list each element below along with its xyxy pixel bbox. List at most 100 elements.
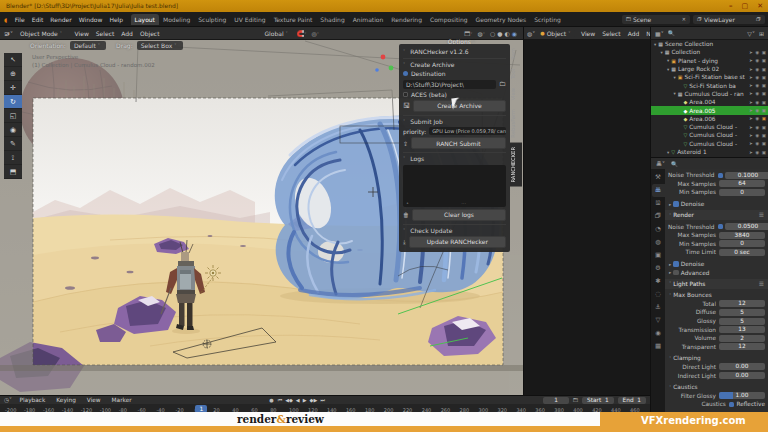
selectable-icon[interactable]: ➤ xyxy=(749,50,753,55)
selectable-icon[interactable]: ➤ xyxy=(749,125,753,130)
outliner-display-mode-icon[interactable]: ▦˅ xyxy=(655,30,664,37)
outliner-row-cumulus-cloud-ran[interactable]: ▾▦Cumulus Cloud - ran➤◉▣ xyxy=(651,90,768,98)
node-menu-add[interactable]: Add xyxy=(624,30,643,37)
prop-value[interactable]: 0.00 xyxy=(719,372,765,379)
prop-value[interactable]: 12 xyxy=(719,343,765,350)
viewport-menu-add[interactable]: Add xyxy=(118,30,137,37)
prop-denoise[interactable]: ▸Denoise xyxy=(665,260,768,269)
tool-cursor[interactable]: ⊕ xyxy=(4,67,22,81)
properties-tab-material[interactable]: ◉ xyxy=(652,327,665,340)
hide-icon[interactable]: ◉ xyxy=(755,100,759,105)
prop-max-bounces[interactable]: ˅Max Bounces xyxy=(665,291,768,300)
expand-caret[interactable] xyxy=(680,83,681,88)
expand-caret[interactable] xyxy=(680,141,681,146)
timeline-menu-keying[interactable]: Keying xyxy=(53,397,79,403)
node-editor-canvas[interactable] xyxy=(523,40,650,395)
panel-render[interactable]: ˅Render☰ xyxy=(665,210,768,220)
outliner-new-collection-icon[interactable]: ⊞ xyxy=(759,30,764,37)
selectable-icon[interactable]: ➤ xyxy=(749,75,753,80)
selectable-icon[interactable]: ➤ xyxy=(749,108,753,113)
panel-presets-icon[interactable]: ☰ xyxy=(759,281,764,287)
workspace-tab-geometry-nodes[interactable]: Geometry Nodes xyxy=(472,14,531,25)
outliner-row-cumulus-cloud-[interactable]: ▽Cumulus Cloud -➤◉▣ xyxy=(651,140,768,148)
render-visibility-icon[interactable]: ▣ xyxy=(762,91,766,96)
prop-total[interactable]: Total12 xyxy=(665,300,768,309)
workspace-tab-texture-paint[interactable]: Texture Paint xyxy=(270,14,317,25)
expand-caret[interactable]: ▾ xyxy=(667,67,669,72)
aces-checkbox[interactable] xyxy=(403,92,408,97)
viewport-menu-object[interactable]: Object xyxy=(136,30,163,37)
sidebar-tab-view[interactable]: View xyxy=(510,84,522,104)
selectable-icon[interactable]: ➤ xyxy=(749,150,753,155)
workspace-tab-modeling[interactable]: Modeling xyxy=(159,14,194,25)
submit-job-section[interactable]: Submit Job xyxy=(410,118,442,125)
menu-help[interactable]: Help xyxy=(106,16,127,23)
prop-direct-light[interactable]: Direct Light0.00 xyxy=(665,363,768,372)
expand-caret[interactable]: ▾ xyxy=(667,150,669,155)
properties-search-icon[interactable]: 🔍 xyxy=(671,161,678,167)
properties-tab-object-data[interactable]: ▽ xyxy=(652,314,665,327)
hide-icon[interactable]: ◉ xyxy=(755,133,759,138)
hide-icon[interactable]: ◉ xyxy=(755,75,759,80)
preview-range-icon[interactable]: 🗔 xyxy=(573,397,578,403)
workspace-tab-sculpting[interactable]: Sculpting xyxy=(194,14,230,25)
outliner-row-sci-fi-station-base-st[interactable]: ▾▣Sci-Fi Station base st➤◉▣ xyxy=(651,73,768,81)
properties-tab-output[interactable]: 🖻 xyxy=(652,197,665,210)
prop-glossy[interactable]: Glossy5 xyxy=(665,317,768,326)
outliner-row-area-005[interactable]: ◆Area.005➤◉▣ xyxy=(651,106,768,114)
workspace-tab-shading[interactable]: Shading xyxy=(316,14,348,25)
prop-value[interactable]: 3840 xyxy=(719,232,765,239)
properties-tab-texture[interactable]: ▦ xyxy=(652,340,665,353)
menu-render[interactable]: Render xyxy=(47,16,75,23)
workspace-tab-layout[interactable]: Layout xyxy=(131,14,159,25)
outliner-row-sci-fi-station-ba[interactable]: ▽Sci-Fi Station ba➤◉▣ xyxy=(651,81,768,89)
snap-icon[interactable]: 🧲˅ xyxy=(297,30,309,37)
expand-caret[interactable] xyxy=(680,116,681,121)
proportional-edit-icon[interactable]: ◎˅ xyxy=(312,30,322,37)
logs-section[interactable]: Logs xyxy=(410,155,424,162)
create-archive-section[interactable]: Create Archive xyxy=(410,61,454,68)
node-editor-mode[interactable]: ●Object˅ xyxy=(537,30,575,37)
prop-time-limit[interactable]: Time Limit0 sec xyxy=(665,248,768,257)
sidebar-tab-rebusfarm[interactable]: RebusFarm xyxy=(510,105,522,142)
render-visibility-icon[interactable]: ▣ xyxy=(762,58,766,63)
render-visibility-icon[interactable]: ▣ xyxy=(762,50,766,55)
next-keyframe-button[interactable]: ◆▶ xyxy=(310,397,318,403)
advanced-checkbox[interactable] xyxy=(673,270,679,276)
tool-move[interactable]: ✛ xyxy=(4,81,22,95)
clear-logs-button[interactable]: Clear logs xyxy=(412,209,506,221)
timeline-menu-view[interactable]: View xyxy=(83,397,104,403)
outliner-row-area-004[interactable]: ◆Area.004➤◉▣ xyxy=(651,98,768,106)
denoise-checkbox[interactable] xyxy=(673,201,679,207)
prop-value[interactable]: 1.00 xyxy=(719,392,765,399)
node-menu-node[interactable]: Node xyxy=(643,30,650,37)
render-visibility-icon[interactable]: ▣ xyxy=(762,100,766,105)
rendered-shading-icon[interactable]: ◉ xyxy=(512,30,517,37)
prop-caustics[interactable]: CausticsReflective xyxy=(665,400,768,409)
frame-start-field[interactable]: Start 1 xyxy=(582,397,614,404)
outliner-row-large-rock-02[interactable]: ▾▦Large Rock 02➤◉▣ xyxy=(651,65,768,73)
expand-caret[interactable]: ▾ xyxy=(667,58,669,63)
prop-checkbox[interactable] xyxy=(718,224,724,230)
properties-tab-world[interactable]: ◍ xyxy=(652,236,665,249)
prop-value[interactable]: 5 xyxy=(719,309,765,316)
hide-icon[interactable]: ◉ xyxy=(755,108,759,113)
tool-select-box[interactable]: ⭦ xyxy=(4,53,22,67)
node-menu-view[interactable]: View xyxy=(577,30,598,37)
expand-caret[interactable] xyxy=(680,100,681,105)
hide-icon[interactable]: ◉ xyxy=(755,91,759,96)
expand-caret[interactable]: ▾ xyxy=(674,75,676,80)
menu-file[interactable]: File xyxy=(11,16,28,23)
menu-edit[interactable]: Edit xyxy=(28,16,47,23)
tool-measure[interactable]: ⟟ xyxy=(4,151,22,165)
selectable-icon[interactable]: ➤ xyxy=(749,91,753,96)
tool-transform[interactable]: ◉ xyxy=(4,123,22,137)
solid-shading-icon[interactable]: ● xyxy=(497,30,502,37)
timeline-menu-playback[interactable]: Playback xyxy=(16,397,49,403)
outliner-filter-icon[interactable]: ▽˅ xyxy=(747,30,755,37)
outliner-row-cumulus-cloud-[interactable]: ▽Cumulus Cloud -➤◉▣ xyxy=(651,131,768,139)
prop-checkbox[interactable] xyxy=(729,402,735,408)
selectable-icon[interactable]: ➤ xyxy=(749,141,753,146)
render-visibility-icon[interactable]: ▣ xyxy=(762,150,766,155)
transform-orientation-dropdown[interactable]: Global˅ xyxy=(260,29,293,38)
